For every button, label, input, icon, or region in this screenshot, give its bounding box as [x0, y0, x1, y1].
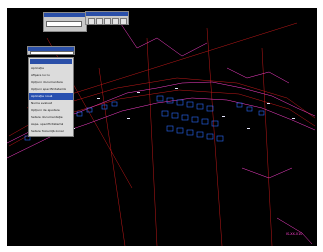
label-dots — [47, 88, 295, 129]
toolbar-input-field[interactable] — [46, 21, 82, 27]
menu-item[interactable]: Nume evaluat — [29, 100, 73, 107]
menu-item[interactable]: Aplicaţie — [29, 65, 73, 72]
menu-item[interactable]: Setare folosinţă zonal — [29, 128, 73, 135]
toolbar-input-field[interactable] — [30, 51, 74, 55]
context-menu-header — [30, 59, 72, 64]
menu-item[interactable]: Setare documentaţie — [29, 114, 73, 121]
toolbar-titlebar — [44, 13, 86, 17]
tool-button[interactable] — [120, 18, 127, 25]
menu-item[interactable]: Afişare lucru — [29, 72, 73, 79]
toolbar-left[interactable] — [27, 46, 75, 55]
menu-item[interactable]: Opţiuni documentare — [29, 79, 73, 86]
screenshot-frame: Aplicaţie Afişare lucru Opţiuni document… — [0, 0, 323, 252]
tool-button[interactable] — [112, 18, 119, 25]
toolbar-tools[interactable] — [85, 11, 129, 25]
cad-viewport[interactable]: Aplicaţie Afişare lucru Opţiuni document… — [7, 8, 317, 246]
menu-item[interactable]: Opţiuni specificitatemă — [29, 86, 73, 93]
tool-button[interactable] — [96, 18, 103, 25]
toolbar-top[interactable] — [43, 12, 87, 32]
menu-item[interactable]: Aspe. specificitatemă — [29, 121, 73, 128]
drawing-stamp: IS-XX-010 — [286, 232, 303, 236]
context-menu[interactable]: Aplicaţie Afişare lucru Opţiuni document… — [28, 57, 74, 137]
menu-item[interactable]: Opţiuni de ajustare — [29, 107, 73, 114]
tool-button[interactable] — [88, 18, 95, 25]
menu-item-selected[interactable]: Aplicaţie nouă — [29, 93, 73, 100]
toolbar-titlebar — [86, 12, 128, 16]
tool-button[interactable] — [104, 18, 111, 25]
